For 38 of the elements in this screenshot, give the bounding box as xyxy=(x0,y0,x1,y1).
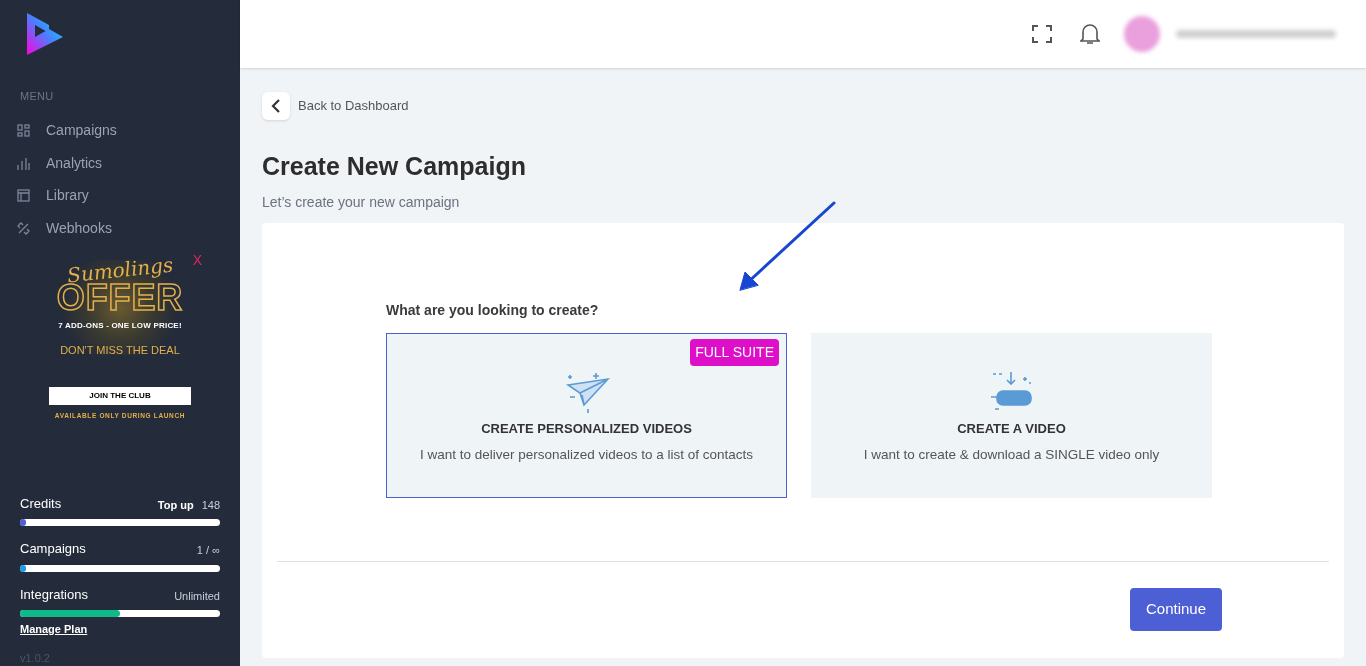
bell-icon[interactable] xyxy=(1080,23,1100,45)
fullscreen-icon[interactable] xyxy=(1032,25,1052,43)
page-subtitle: Let’s create your new campaign xyxy=(262,192,461,212)
option-title: CREATE PERSONALIZED VIDEOS xyxy=(481,420,692,439)
join-button[interactable]: JOIN THE CLUB xyxy=(49,386,191,405)
usage-label: Credits xyxy=(20,494,62,513)
back-button[interactable] xyxy=(262,92,290,120)
logo[interactable] xyxy=(25,10,65,55)
question-label: What are you looking to create? xyxy=(386,300,600,320)
option-description: I want to deliver personalized videos to a list of contacts xyxy=(419,445,754,464)
promo-subtitle: 7 ADD-ONS - ONE LOW PRICE! xyxy=(58,320,182,333)
option-description: I want to create & download a SINGLE video only xyxy=(863,445,1160,464)
sidebar-item[interactable]: Campaigns xyxy=(0,114,240,147)
bar-chart-icon xyxy=(17,156,30,170)
link-icon xyxy=(17,221,30,235)
promo-tagline: DON'T MISS THE DEAL xyxy=(60,343,180,359)
option-card[interactable]: CREATE A VIDEO I want to create & download a SINGLE video only xyxy=(811,332,1212,498)
sidebar-item[interactable]: Webhooks xyxy=(0,211,240,245)
option-title: CREATE A VIDEO xyxy=(957,420,1066,439)
back-link[interactable]: Back to Dashboard xyxy=(298,96,409,116)
usage-label: Integrations xyxy=(20,585,88,604)
sidebar-item[interactable]: Analytics xyxy=(0,146,240,180)
grid-icon xyxy=(17,124,30,138)
usage-reading: 1 / ∞ xyxy=(196,543,220,558)
usage-reading: 148 xyxy=(201,497,220,513)
usage-reading: Unlimited xyxy=(174,588,220,604)
usage-label: Campaigns xyxy=(20,540,86,558)
chevron-left-icon xyxy=(271,98,281,114)
full-suite-badge: FULL SUITE xyxy=(690,338,779,366)
continue-button[interactable]: Continue xyxy=(1130,587,1222,631)
sidebar-item[interactable]: Library xyxy=(0,179,240,212)
manage-plan-link[interactable]: Manage Plan xyxy=(20,621,88,638)
option-card[interactable]: FULL SUITE CREATE PERSONALIZED VIDEOS I want to deliver personalized videos to a list of contacts xyxy=(386,332,787,498)
page-title: Create New Campaign xyxy=(262,151,527,182)
paper-plane-icon xyxy=(563,371,610,414)
menu-heading: MENU xyxy=(19,88,55,104)
layout-icon xyxy=(17,189,30,203)
top-up-link[interactable]: Top up xyxy=(157,496,194,513)
